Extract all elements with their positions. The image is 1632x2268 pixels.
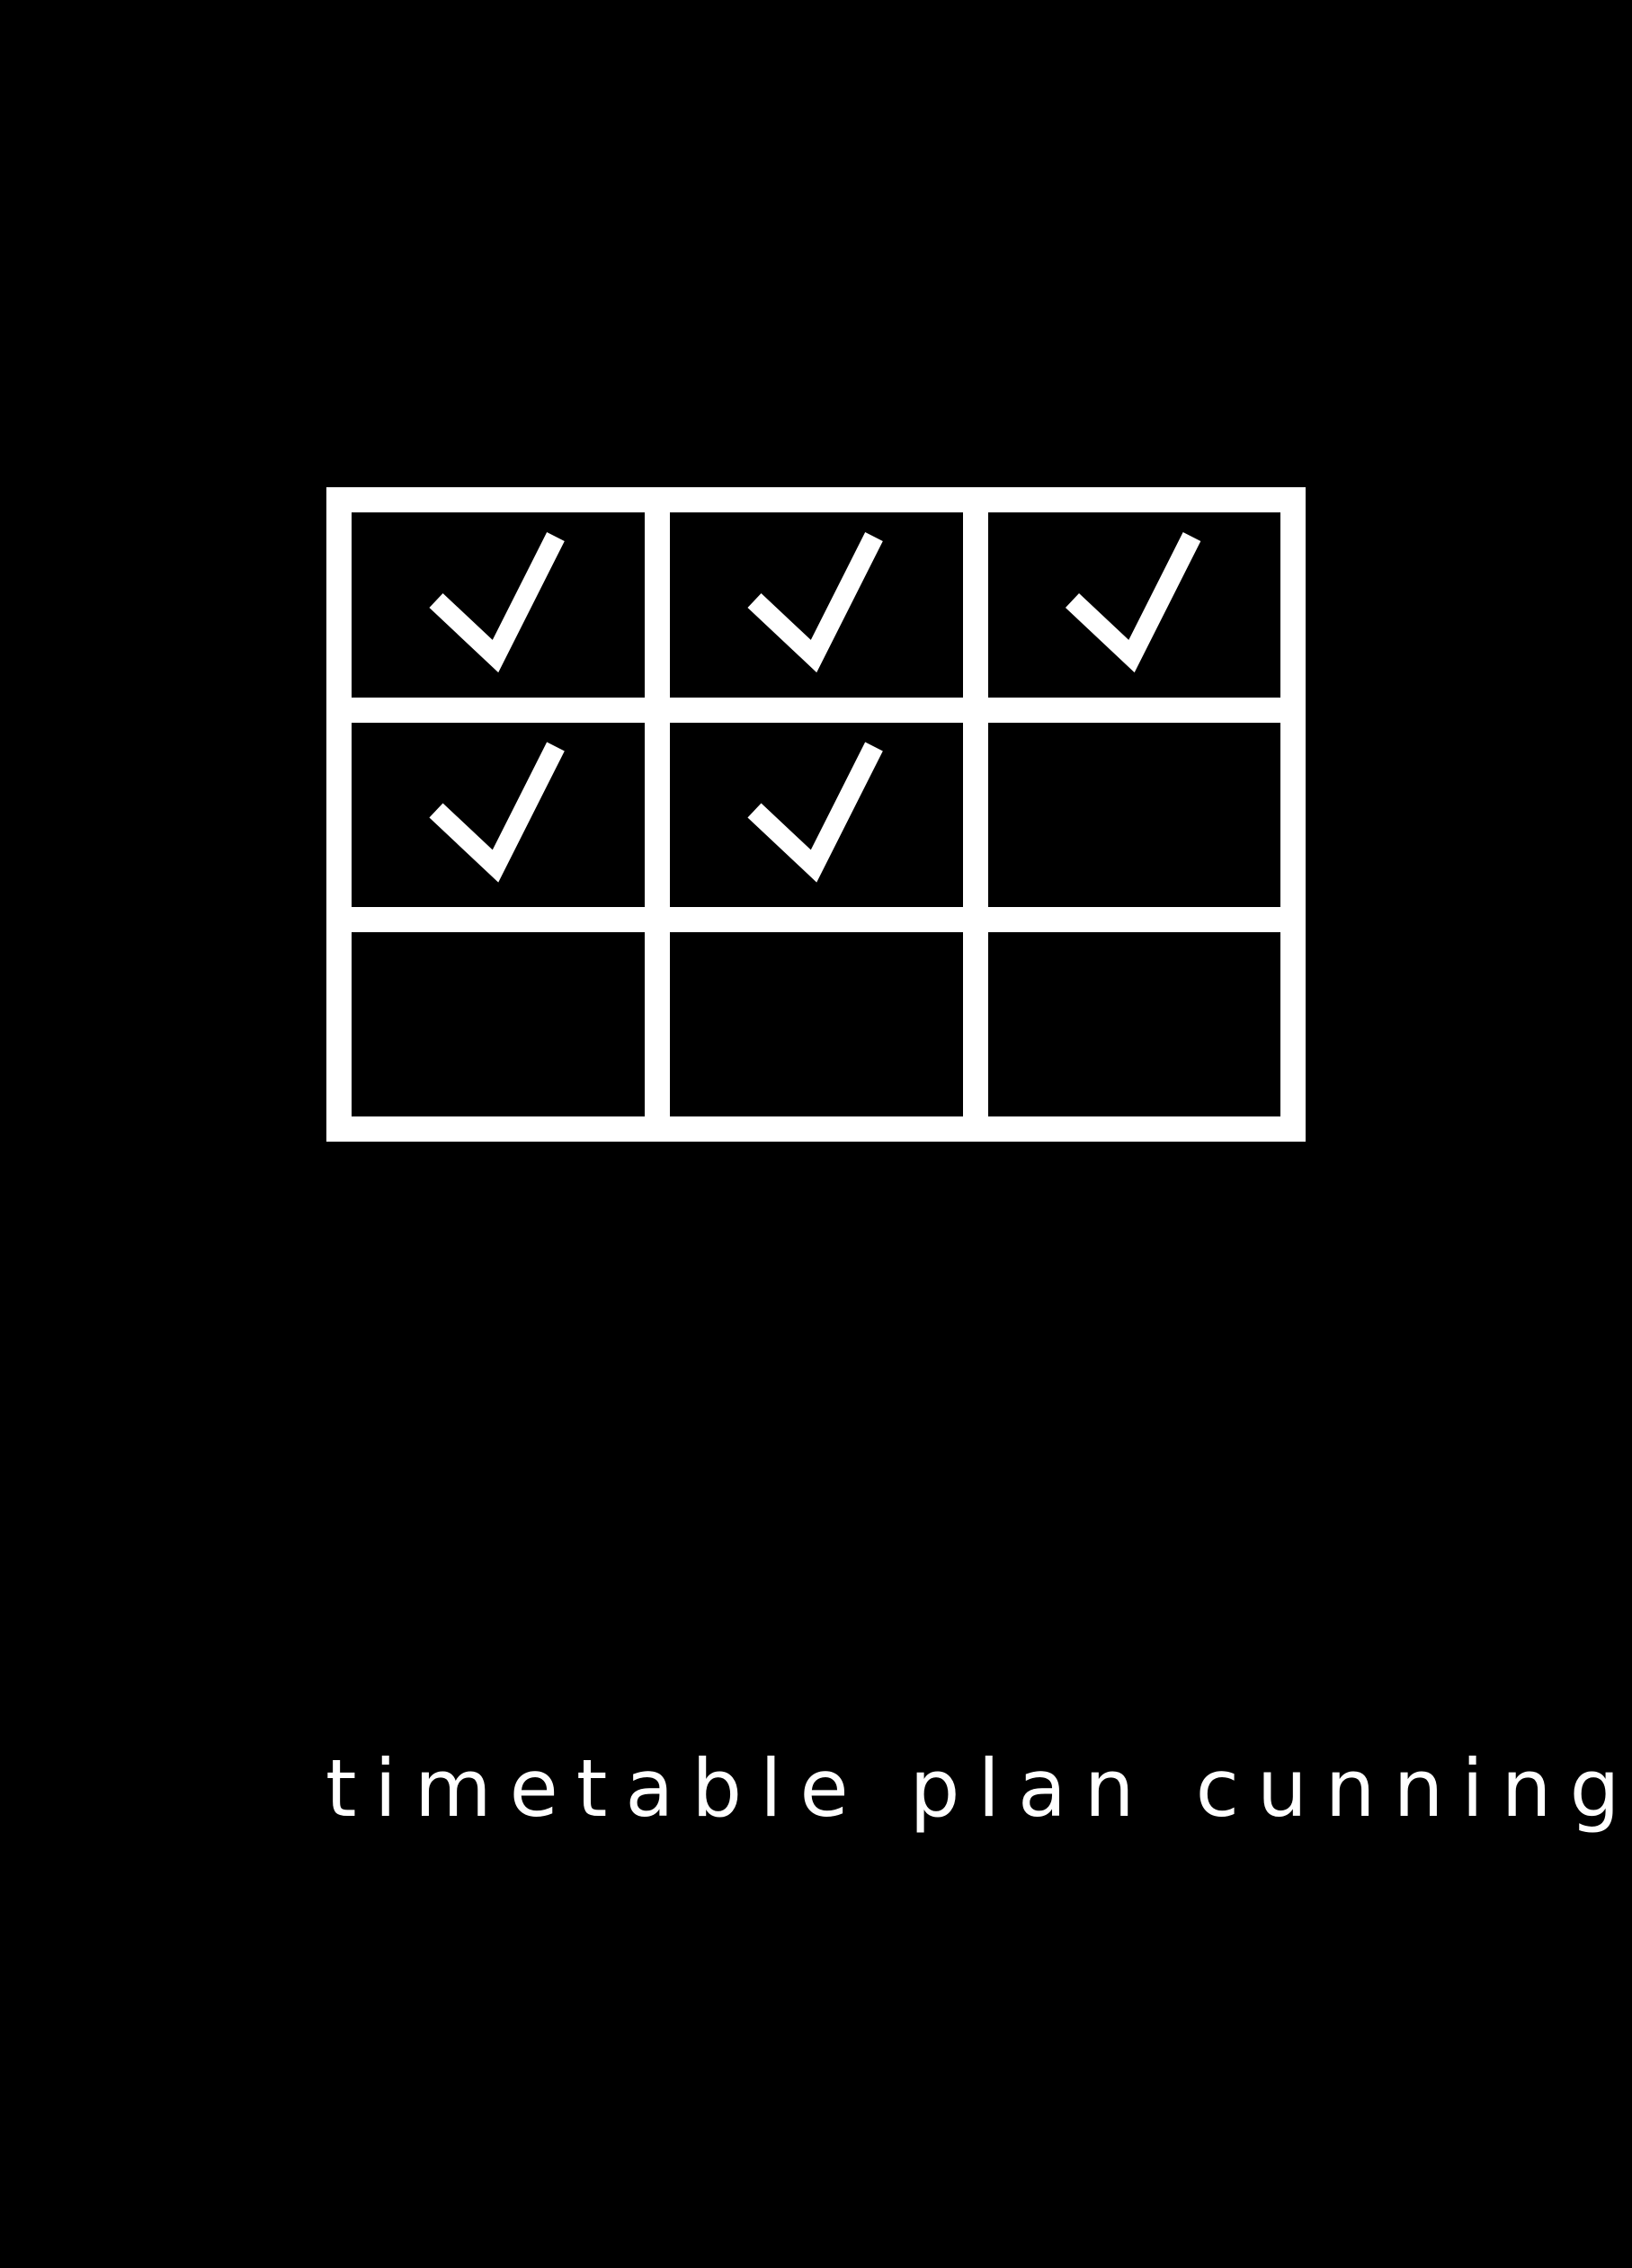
checkmark-icon — [747, 742, 883, 883]
checkmark-icon — [429, 742, 565, 883]
grid-cell — [429, 742, 565, 883]
grid-frame — [326, 487, 1306, 1142]
grid-cell — [747, 742, 883, 883]
timetable-grid-graphic — [326, 487, 1306, 1142]
checkmark-icon — [1065, 532, 1201, 673]
grid-cell — [429, 532, 565, 673]
grid-cell — [747, 532, 883, 673]
grid-cell — [1065, 532, 1201, 673]
poster: timetable plan cunning — [0, 0, 1632, 2268]
checkmark-icon — [747, 532, 883, 673]
checkmark-icon — [429, 532, 565, 673]
caption-text: timetable plan cunning — [326, 1742, 1632, 1835]
